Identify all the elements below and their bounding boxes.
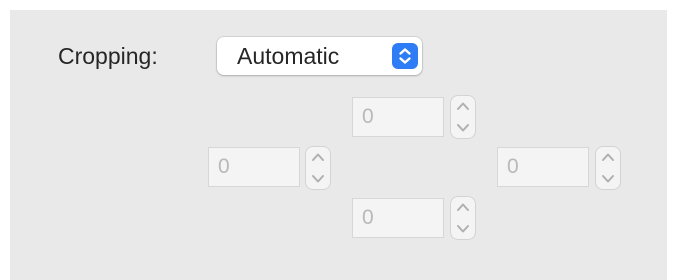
cropping-panel: Cropping: Automatic 0 0 0 0 (10, 10, 667, 280)
chevron-up-icon[interactable] (305, 146, 331, 168)
crop-left-value: 0 (218, 155, 230, 178)
cropping-mode-value: Automatic (237, 43, 340, 69)
crop-top-stepper[interactable] (450, 95, 476, 139)
crop-bottom-stepper[interactable] (450, 196, 476, 240)
crop-right-field[interactable]: 0 (497, 147, 589, 187)
cropping-mode-popup[interactable]: Automatic (217, 37, 422, 75)
crop-left-stepper[interactable] (305, 146, 331, 190)
chevron-down-icon[interactable] (450, 117, 476, 139)
crop-right-stepper[interactable] (595, 146, 621, 190)
crop-top-field[interactable]: 0 (352, 97, 444, 137)
chevron-up-icon[interactable] (595, 146, 621, 168)
cropping-label: Cropping: (58, 43, 158, 69)
crop-bottom-value: 0 (362, 206, 374, 229)
crop-left-field[interactable]: 0 (208, 147, 300, 187)
crop-top-value: 0 (362, 105, 374, 128)
chevron-down-icon[interactable] (595, 168, 621, 190)
crop-bottom-field[interactable]: 0 (352, 198, 444, 238)
chevron-up-icon[interactable] (450, 95, 476, 117)
chevron-down-icon[interactable] (450, 218, 476, 240)
chevron-up-down-icon (392, 43, 418, 69)
chevron-up-icon[interactable] (450, 196, 476, 218)
chevron-down-icon[interactable] (305, 168, 331, 190)
crop-right-value: 0 (507, 155, 519, 178)
